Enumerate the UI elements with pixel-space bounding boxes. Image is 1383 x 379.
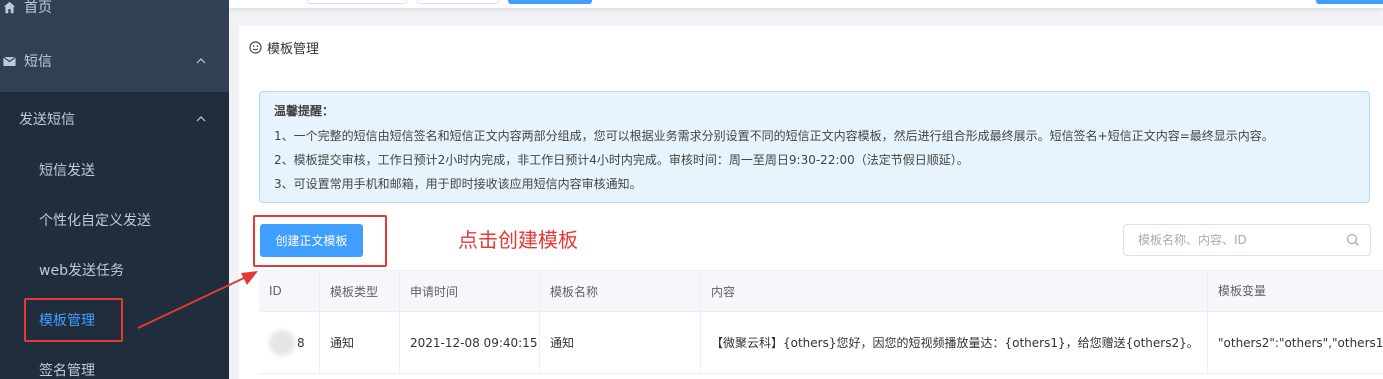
- notice-title: 温馨提醒：: [274, 104, 335, 118]
- sidebar-item-custom-send[interactable]: 个性化自定义发送: [0, 195, 229, 245]
- table-row[interactable]: 8 通知 2021-12-08 09:40:15 通知 【微聚云科】{other…: [259, 312, 1383, 374]
- chevron-up-icon: [196, 58, 206, 64]
- sidebar-item-label: web发送任务: [39, 263, 124, 279]
- search-box: [1123, 224, 1371, 256]
- sidebar-item-label: 短信发送: [39, 163, 95, 179]
- annotation-hint: 点击创建模板: [458, 228, 578, 252]
- notice-line: 1、一个完整的短信由短信签名和短信正文内容两部分组成，您可以根据业务需求分别设置…: [274, 129, 1274, 143]
- column-header-content[interactable]: 内容: [701, 271, 1208, 311]
- cell-variables: "others2":"others","others1":"others","o…: [1218, 335, 1383, 350]
- cell-content: 【微聚云科】{others}您好，因您的短视频播放量达：{others1}，给您…: [701, 312, 1208, 373]
- cell-id-text: 8: [297, 335, 305, 350]
- cell-type: 通知: [320, 312, 400, 373]
- page-title-text: 模板管理: [267, 42, 320, 57]
- cell-name: 通知: [540, 312, 701, 373]
- sidebar-item-label: 首页: [24, 0, 52, 16]
- mail-icon: [2, 54, 16, 68]
- notice-box: 温馨提醒： 1、一个完整的短信由短信签名和短信正文内容两部分组成，您可以根据业务…: [259, 91, 1370, 203]
- top-input-2[interactable]: [417, 0, 499, 4]
- create-template-button[interactable]: 创建正文模板: [260, 224, 363, 257]
- cell-id: 8: [259, 312, 320, 373]
- column-header-id[interactable]: ID: [259, 271, 320, 311]
- redacted-id: [269, 329, 295, 356]
- column-header-type[interactable]: 模板类型: [320, 271, 400, 311]
- column-header-variables[interactable]: 模板变量: [1208, 271, 1383, 311]
- top-right-button[interactable]: [1316, 0, 1383, 4]
- page-title: 模板管理: [249, 38, 319, 57]
- column-header-name[interactable]: 模板名称: [540, 271, 701, 311]
- sidebar-item-home[interactable]: 首页: [0, 0, 229, 32]
- top-input-1[interactable]: [307, 0, 407, 4]
- sidebar-item-web-tasks[interactable]: web发送任务: [0, 245, 229, 295]
- sidebar-item-sms[interactable]: 短信: [0, 36, 229, 86]
- sidebar-item-label: 签名管理: [39, 363, 95, 379]
- search-input[interactable]: [1124, 225, 1334, 255]
- sidebar-item-label: 发送短信: [19, 111, 75, 128]
- home-icon: [2, 0, 16, 14]
- sidebar-item-sms-send[interactable]: 短信发送: [0, 145, 229, 195]
- table-header: ID 模板类型 申请时间 模板名称 内容 模板变量: [259, 270, 1383, 312]
- template-card: 模板管理 温馨提醒： 1、一个完整的短信由短信签名和短信正文内容两部分组成，您可…: [239, 26, 1383, 379]
- annotation-box-menu: [24, 298, 123, 342]
- notice-line: 2、模板提交审核，工作日预计2小时内完成，非工作日预计4小时内完成。审核时间：周…: [274, 153, 969, 167]
- cell-time: 2021-12-08 09:40:15: [400, 312, 540, 373]
- sidebar-item-send-sms[interactable]: 发送短信: [0, 92, 229, 145]
- column-header-time[interactable]: 申请时间: [400, 271, 540, 311]
- chevron-up-icon: [196, 115, 206, 121]
- search-icon[interactable]: [1346, 233, 1360, 247]
- top-bar: [229, 0, 1383, 8]
- notice-line: 3、可设置常用手机和邮箱，用于即时接收该应用短信内容审核通知。: [274, 177, 642, 191]
- template-table: ID 模板类型 申请时间 模板名称 内容 模板变量 8 通知 2021-12-0…: [259, 270, 1383, 374]
- sidebar-item-label: 短信: [24, 54, 52, 70]
- top-search-button[interactable]: [508, 0, 592, 4]
- sidebar-item-label: 个性化自定义发送: [39, 213, 151, 229]
- sidebar-item-signature-manage[interactable]: 签名管理: [0, 345, 229, 379]
- smile-icon: [249, 41, 262, 54]
